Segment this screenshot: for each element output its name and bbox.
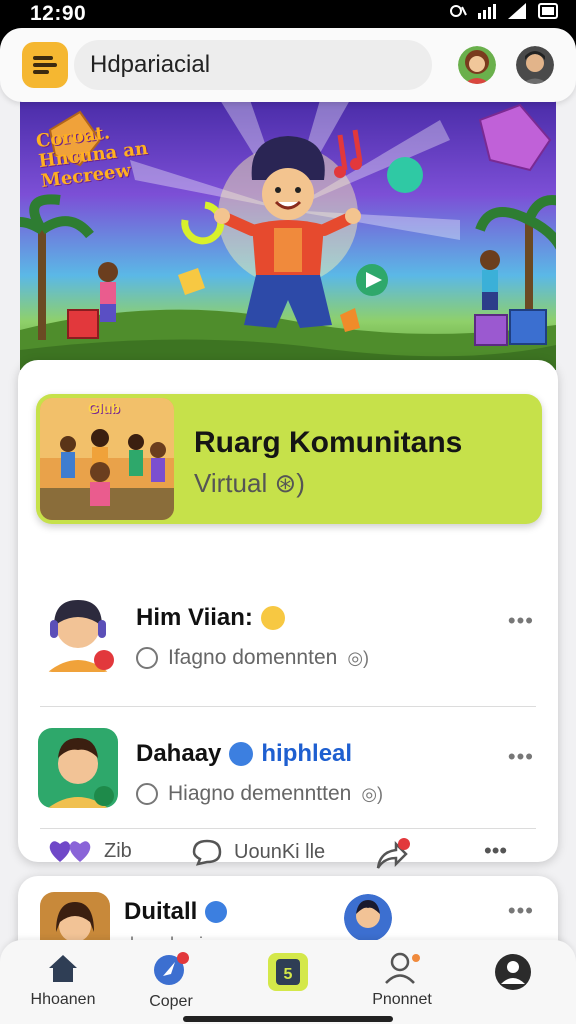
nav-create[interactable]: 5 (243, 952, 333, 997)
nav-home-label: Hhoanen (30, 991, 96, 1008)
more-options-icon[interactable]: ••• (508, 744, 534, 770)
post-inline-avatar[interactable] (344, 894, 392, 942)
more-options-icon[interactable]: ••• (508, 898, 534, 924)
like-count: Zib (104, 839, 132, 862)
post-author-name: Dahaay (136, 740, 222, 767)
more-options-icon[interactable]: ••• (508, 608, 534, 634)
audio-icon: ◎) (347, 647, 370, 668)
post-author: Him Viian: (136, 604, 285, 632)
comment-bubble-icon (192, 839, 222, 866)
community-title: Ruarg Komunitans (194, 426, 463, 459)
kid-right (480, 250, 500, 310)
nav-account[interactable] (468, 952, 558, 997)
create-icon: 5 (268, 953, 308, 991)
community-card[interactable]: Glub Ruarg Komunitans Virtual ⊛) (36, 394, 542, 524)
heart-icon (49, 841, 91, 862)
home-indicator (183, 1016, 393, 1022)
post-author: Duitall (124, 898, 228, 926)
nav-explore-label: Coper (149, 993, 193, 1010)
search-input-value: Hdpariacial (90, 51, 211, 78)
svg-text:5: 5 (284, 966, 293, 983)
status-icons (448, 3, 558, 19)
post-meta: Ifagno domennten ◎) (136, 646, 369, 670)
user-outline-icon (385, 952, 420, 984)
share-icon (376, 838, 410, 869)
comment-button[interactable]: UounKi lle (190, 838, 325, 866)
post-author-tag: hiphleal (261, 740, 353, 767)
kid-left (98, 262, 118, 322)
post-author-name: Duitall (124, 898, 198, 925)
home-icon (49, 955, 77, 982)
profile-avatar[interactable] (516, 46, 554, 84)
divider (40, 828, 536, 829)
post-item[interactable]: Him Viian: Ifagno domennten ◎) ••• (18, 578, 558, 698)
menu-button[interactable] (22, 42, 68, 88)
verified-badge-icon (205, 901, 228, 923)
post-item[interactable]: Dahaay hiphleal Hiagno demenntten ◎) ••• (18, 714, 558, 834)
audio-icon: ◎) (361, 783, 384, 804)
wifi-icon (508, 3, 526, 19)
search-input[interactable]: Hdpariacial (74, 40, 432, 90)
post-author: Dahaay hiphleal (136, 740, 352, 768)
nav-profile[interactable]: Pnonnet (357, 952, 447, 1009)
post-meta: Hiagno demenntten ◎) (136, 782, 383, 806)
verified-badge-icon (229, 742, 254, 766)
comment-label: UounKi lle (234, 840, 326, 863)
status-time: 12:90 (30, 2, 87, 25)
post-subtitle: Ifagno domennten (168, 646, 338, 669)
settings-status-icon (450, 5, 467, 17)
feed-card: Glub Ruarg Komunitans Virtual ⊛) Him Vii… (18, 360, 558, 869)
comment-icon (136, 647, 158, 669)
account-icon (495, 954, 531, 990)
community-thumb-label: Glub (88, 400, 120, 416)
post-subtitle: Hiagno demenntten (168, 782, 352, 805)
nav-explore[interactable]: Coper (126, 952, 216, 1011)
more-options-icon[interactable]: ••• (484, 838, 507, 864)
comment-icon (136, 783, 158, 805)
top-bar: Hdpariacial (0, 28, 576, 102)
hero-banner[interactable]: Coroat. Hncuna an Mecreew (20, 100, 556, 370)
signal-icon (478, 3, 496, 19)
post-avatar[interactable] (38, 592, 118, 672)
nav-home[interactable]: Hhoanen (18, 952, 108, 1009)
bottom-nav: Hhoanen Coper 5 Pnonnet (0, 940, 576, 1024)
friend-avatar[interactable] (458, 46, 496, 84)
battery-icon (538, 3, 558, 19)
community-subtitle: Virtual ⊛) (194, 468, 305, 498)
post-avatar[interactable] (38, 728, 118, 808)
nav-profile-label: Pnonnet (372, 991, 432, 1008)
community-thumbnail: Glub (40, 398, 174, 520)
post-author-name: Him Viian: (136, 604, 253, 631)
like-button[interactable]: Zib (48, 838, 132, 864)
app-screen: Hdpariacial Coroat. Hncuna an Mecreew Gl… (0, 28, 576, 1024)
emoji-icon (260, 606, 285, 630)
share-button[interactable] (374, 838, 412, 872)
compass-icon (154, 952, 189, 985)
status-bar: 12:90 (0, 0, 576, 28)
divider (40, 706, 536, 707)
